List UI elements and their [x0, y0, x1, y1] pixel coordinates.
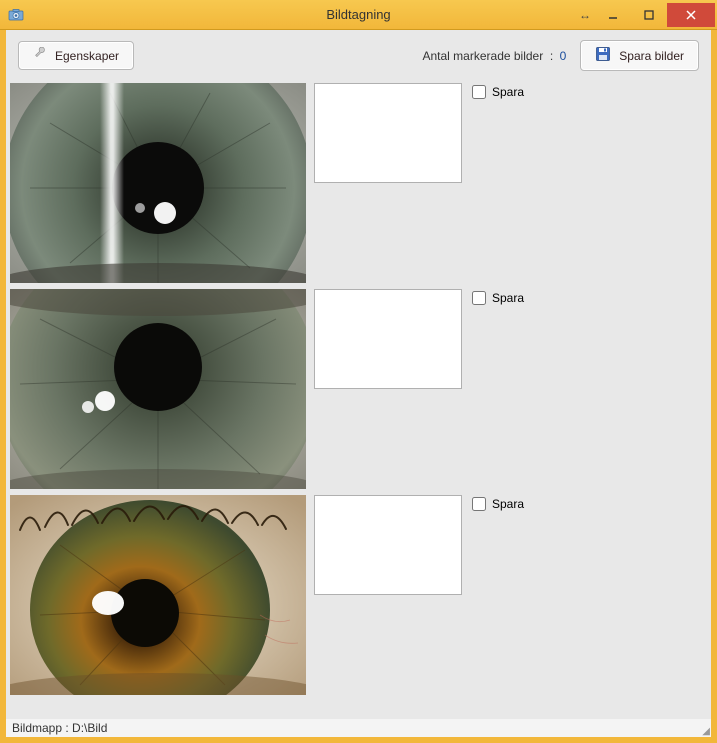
- disk-icon: [595, 46, 611, 65]
- save-images-label: Spara bilder: [619, 49, 684, 63]
- save-images-button[interactable]: Spara bilder: [580, 40, 699, 71]
- maximize-button[interactable]: [631, 3, 667, 27]
- save-checkbox[interactable]: [472, 291, 486, 305]
- preview-box[interactable]: [314, 289, 462, 389]
- resize-horizontal-icon[interactable]: ↔: [575, 8, 595, 22]
- window-title: Bildtagning: [326, 7, 390, 22]
- marked-images-label: Antal markerade bilder : 0: [423, 49, 567, 63]
- save-checkbox-row[interactable]: Spara: [472, 85, 524, 99]
- statusbar: Bildmapp : D:\Bild ◢: [0, 719, 717, 743]
- save-checkbox[interactable]: [472, 497, 486, 511]
- close-button[interactable]: [667, 3, 715, 27]
- folder-path: D:\Bild: [72, 721, 107, 735]
- save-checkbox[interactable]: [472, 85, 486, 99]
- image-row: Spara: [6, 81, 711, 287]
- preview-box[interactable]: [314, 83, 462, 183]
- folder-label: Bildmapp :: [12, 721, 69, 735]
- marked-count: 0: [560, 49, 567, 63]
- preview-box[interactable]: [314, 495, 462, 595]
- camera-icon: [8, 7, 24, 23]
- image-thumbnail[interactable]: [10, 495, 306, 695]
- image-row: Spara: [6, 493, 711, 699]
- resize-grip[interactable]: ◢: [702, 726, 709, 737]
- properties-button[interactable]: Egenskaper: [18, 41, 134, 70]
- window-body: Egenskaper Antal markerade bilder : 0 Sp…: [0, 30, 717, 719]
- toolbar: Egenskaper Antal markerade bilder : 0 Sp…: [6, 30, 711, 79]
- titlebar-controls: ↔: [575, 0, 717, 29]
- save-checkbox-row[interactable]: Spara: [472, 291, 524, 305]
- save-checkbox-label: Spara: [492, 497, 524, 511]
- minimize-button[interactable]: [595, 3, 631, 27]
- image-list[interactable]: Spara: [6, 79, 711, 719]
- save-checkbox-label: Spara: [492, 85, 524, 99]
- image-row: Spara: [6, 287, 711, 493]
- save-checkbox-row[interactable]: Spara: [472, 497, 524, 511]
- wrench-icon: [33, 47, 47, 64]
- image-thumbnail[interactable]: [10, 83, 306, 283]
- properties-label: Egenskaper: [55, 49, 119, 63]
- save-checkbox-label: Spara: [492, 291, 524, 305]
- titlebar: Bildtagning ↔: [0, 0, 717, 30]
- image-thumbnail[interactable]: [10, 289, 306, 489]
